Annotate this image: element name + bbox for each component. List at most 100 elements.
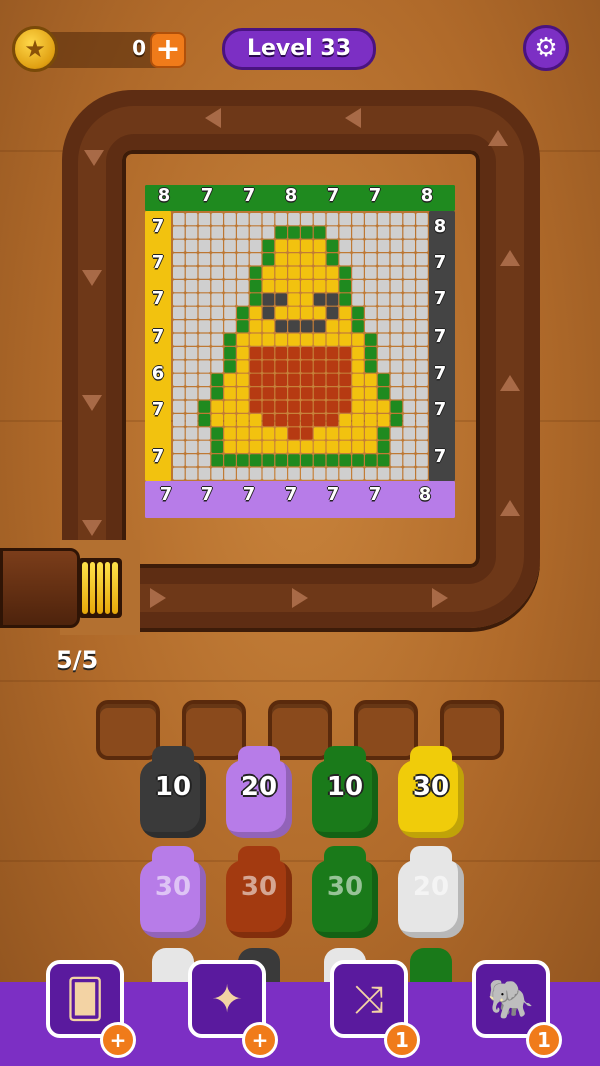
cannon xyxy=(0,548,80,628)
pixel-cell xyxy=(365,293,377,306)
pixel-cell xyxy=(211,414,223,427)
pixel-cell xyxy=(288,213,300,226)
pixel-cell xyxy=(365,454,377,467)
pixel-cell xyxy=(326,306,339,319)
pixel-cell xyxy=(275,427,287,440)
cards-icon: 🂠 xyxy=(65,977,105,1021)
pixel-cell xyxy=(288,306,300,319)
pixel-cell xyxy=(237,226,249,239)
pixel-cell xyxy=(403,454,415,467)
thread-spool[interactable]: 10 xyxy=(140,746,206,840)
right-count: 7 xyxy=(433,363,447,384)
pixel-cell xyxy=(211,213,223,226)
pixel-cell xyxy=(185,347,198,360)
arrow-right-icon xyxy=(150,588,166,608)
pixel-cell xyxy=(313,387,326,400)
right-count: 7 xyxy=(433,446,447,467)
pixel-cell xyxy=(262,373,275,386)
pixel-cell xyxy=(339,347,351,360)
pixel-cell xyxy=(224,226,236,239)
right-count: 7 xyxy=(433,252,447,273)
pixel-cell xyxy=(249,253,262,266)
pixel-cell xyxy=(390,253,403,266)
pixel-cell xyxy=(377,306,390,319)
pixel-cell xyxy=(211,320,223,333)
pixel-cell xyxy=(198,400,211,413)
pixel-cell xyxy=(249,414,262,427)
pixel-cell xyxy=(339,333,351,346)
pixel-cell xyxy=(377,226,390,239)
ammo-stack xyxy=(78,558,122,618)
pixel-cell xyxy=(275,414,287,427)
pixel-cell xyxy=(313,280,326,293)
pixel-cell xyxy=(352,253,364,266)
pixel-cell xyxy=(262,226,275,239)
pixel-cell xyxy=(224,467,236,480)
pixel-cell xyxy=(416,266,428,279)
pixel-cell xyxy=(416,400,428,413)
pixel-cell xyxy=(301,347,313,360)
coin-counter: ★ 0 + xyxy=(12,26,188,72)
pixel-cell xyxy=(198,347,211,360)
pixel-cell xyxy=(339,400,351,413)
pixel-cell xyxy=(211,427,223,440)
pixel-cell xyxy=(390,239,403,252)
bottom-count: 7 xyxy=(242,484,256,505)
pixel-cell xyxy=(173,253,185,266)
pixel-cell xyxy=(185,467,198,480)
top-count: 8 xyxy=(420,185,434,206)
pixel-cell xyxy=(365,280,377,293)
pixel-cell xyxy=(275,454,287,467)
pixel-cell xyxy=(301,226,313,239)
top-count: 7 xyxy=(242,185,256,206)
pixel-cell xyxy=(288,467,300,480)
bottom-count: 7 xyxy=(159,484,173,505)
pixel-cell xyxy=(173,467,185,480)
pixel-cell xyxy=(185,213,198,226)
pixel-cell xyxy=(313,427,326,440)
arrow-down-icon xyxy=(82,395,102,411)
pixel-cell xyxy=(262,266,275,279)
pixel-cell xyxy=(416,373,428,386)
settings-button[interactable]: ⚙ xyxy=(523,25,569,71)
pixel-cell xyxy=(352,440,364,453)
pixel-cell xyxy=(275,239,287,252)
pixel-cell xyxy=(211,467,223,480)
pixel-cell xyxy=(301,266,313,279)
pixel-cell xyxy=(249,373,262,386)
pixel-cell xyxy=(301,387,313,400)
pixel-cell xyxy=(237,239,249,252)
thread-spool[interactable]: 20 xyxy=(226,746,292,840)
pixel-cell xyxy=(365,213,377,226)
left-count: 7 xyxy=(151,326,165,347)
pixel-cell xyxy=(249,440,262,453)
pixel-cell xyxy=(390,373,403,386)
pixel-cell xyxy=(301,293,313,306)
pixel-cell xyxy=(224,320,236,333)
thread-spool[interactable]: 10 xyxy=(312,746,378,840)
pixel-cell xyxy=(185,306,198,319)
pixel-cell xyxy=(390,427,403,440)
pixel-cell xyxy=(377,440,390,453)
pixel-cell xyxy=(173,414,185,427)
add-coins-button[interactable]: + xyxy=(150,32,186,68)
pixel-cell xyxy=(365,427,377,440)
pixel-cell xyxy=(352,306,364,319)
pixel-cell xyxy=(275,333,287,346)
pixel-cell xyxy=(237,440,249,453)
thread-spool[interactable]: 30 xyxy=(398,746,464,840)
pixel-cell xyxy=(301,306,313,319)
left-count: 7 xyxy=(151,446,165,467)
pixel-cell xyxy=(301,280,313,293)
pixel-cell xyxy=(288,333,300,346)
booster-badge: + xyxy=(242,1022,278,1058)
pixel-cell xyxy=(377,333,390,346)
pixel-cell xyxy=(339,373,351,386)
pixel-cell xyxy=(416,320,428,333)
pixel-cell xyxy=(313,226,326,239)
pixel-cell xyxy=(377,387,390,400)
pixel-cell xyxy=(173,454,185,467)
pixel-cell xyxy=(185,266,198,279)
booster-badge: 1 xyxy=(384,1022,420,1058)
pixel-cell xyxy=(416,280,428,293)
